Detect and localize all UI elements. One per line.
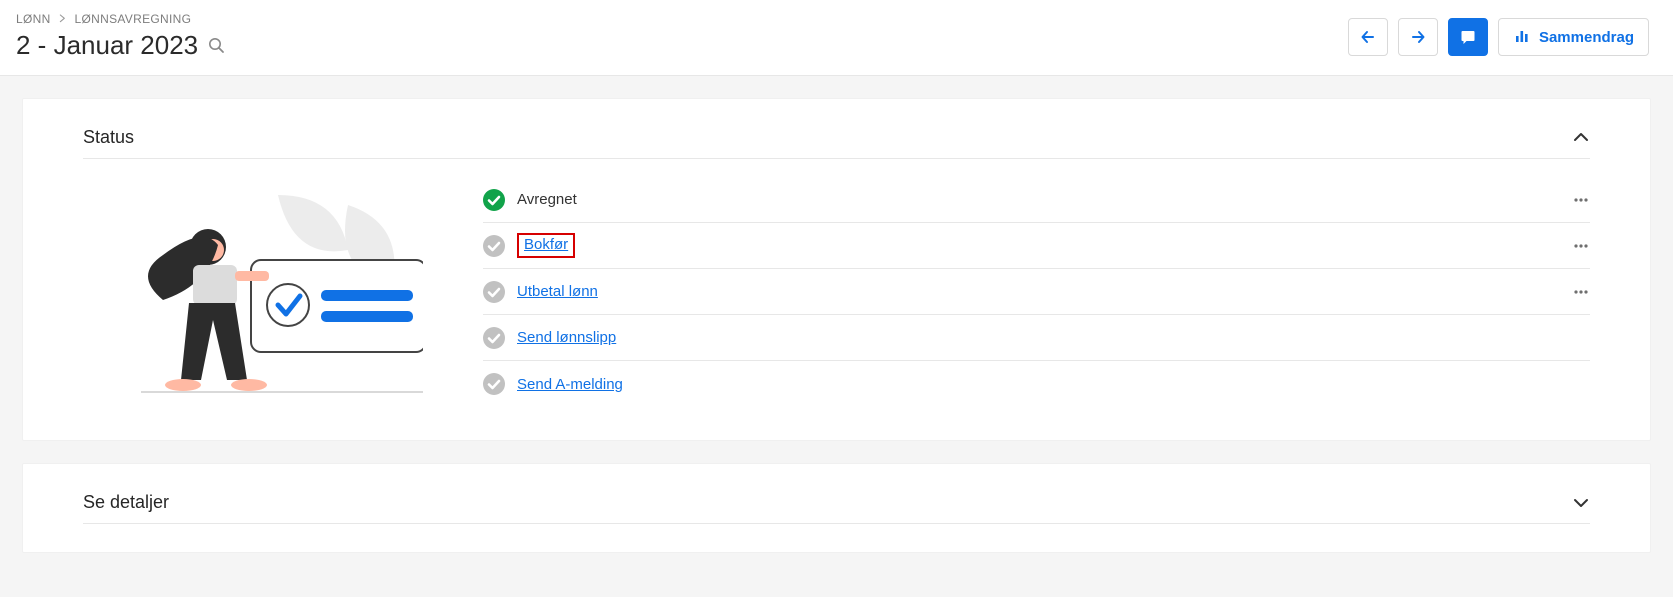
status-step: Send lønnslipp <box>483 315 1590 361</box>
status-card-title: Status <box>83 127 134 148</box>
breadcrumb: LØNN LØNNSAVREGNING <box>16 12 226 26</box>
more-options-button[interactable] <box>1572 283 1590 301</box>
check-pending-icon <box>483 235 505 257</box>
status-step: Bokfør <box>483 223 1590 269</box>
next-button[interactable] <box>1398 18 1438 56</box>
title-row: 2 - Januar 2023 <box>16 30 226 61</box>
chat-icon <box>1459 28 1477 46</box>
breadcrumb-item[interactable]: LØNNSAVREGNING <box>75 12 192 26</box>
comments-button[interactable] <box>1448 18 1488 56</box>
status-step: Utbetal lønn <box>483 269 1590 315</box>
dots-icon <box>1572 191 1590 209</box>
prev-button[interactable] <box>1348 18 1388 56</box>
highlighted-step: Bokfør <box>517 233 575 258</box>
page-title: 2 - Januar 2023 <box>16 30 198 61</box>
status-step-label: Avregnet <box>517 191 577 208</box>
status-step-left: Avregnet <box>483 189 577 211</box>
status-body: Avregnet Bokfør Utbetal lønn Send lønnslipp… <box>83 177 1590 410</box>
status-step-link[interactable]: Send A-melding <box>517 376 623 393</box>
more-options-button[interactable] <box>1572 191 1590 209</box>
status-step-left: Send A-melding <box>483 373 623 395</box>
arrow-right-icon <box>1409 28 1427 46</box>
header-actions: Sammendrag <box>1348 18 1649 56</box>
status-step-link[interactable]: Send lønnslipp <box>517 329 616 346</box>
status-step-left: Utbetal lønn <box>483 281 598 303</box>
details-card: Se detaljer <box>22 463 1651 553</box>
check-pending-icon <box>483 327 505 349</box>
status-step: Avregnet <box>483 177 1590 223</box>
status-card-header[interactable]: Status <box>83 127 1590 159</box>
chevron-right-icon <box>57 12 69 26</box>
status-steps: Avregnet Bokfør Utbetal lønn Send lønnslipp… <box>483 177 1590 407</box>
page-header: LØNN LØNNSAVREGNING 2 - Januar 2023 Samm… <box>0 0 1673 76</box>
chevron-up-icon <box>1572 129 1590 147</box>
details-card-header[interactable]: Se detaljer <box>83 492 1590 524</box>
check-pending-icon <box>483 281 505 303</box>
header-left: LØNN LØNNSAVREGNING 2 - Januar 2023 <box>16 12 226 61</box>
arrow-left-icon <box>1359 28 1377 46</box>
chevron-down-icon <box>1572 494 1590 512</box>
status-illustration <box>83 177 423 410</box>
status-card: Status <box>22 98 1651 441</box>
summary-button-label: Sammendrag <box>1539 29 1634 46</box>
details-card-title: Se detaljer <box>83 492 169 513</box>
status-step-left: Bokfør <box>483 233 575 258</box>
status-step-left: Send lønnslipp <box>483 327 616 349</box>
dots-icon <box>1572 283 1590 301</box>
page-body: Status <box>0 76 1673 597</box>
check-complete-icon <box>483 189 505 211</box>
breadcrumb-item[interactable]: LØNN <box>16 12 51 26</box>
dots-icon <box>1572 237 1590 255</box>
search-icon[interactable] <box>208 37 226 55</box>
bar-chart-icon <box>1513 28 1531 46</box>
status-step-link[interactable]: Utbetal lønn <box>517 283 598 300</box>
status-step: Send A-melding <box>483 361 1590 407</box>
check-pending-icon <box>483 373 505 395</box>
more-options-button[interactable] <box>1572 237 1590 255</box>
status-step-link[interactable]: Bokfør <box>524 236 568 253</box>
summary-button[interactable]: Sammendrag <box>1498 18 1649 56</box>
